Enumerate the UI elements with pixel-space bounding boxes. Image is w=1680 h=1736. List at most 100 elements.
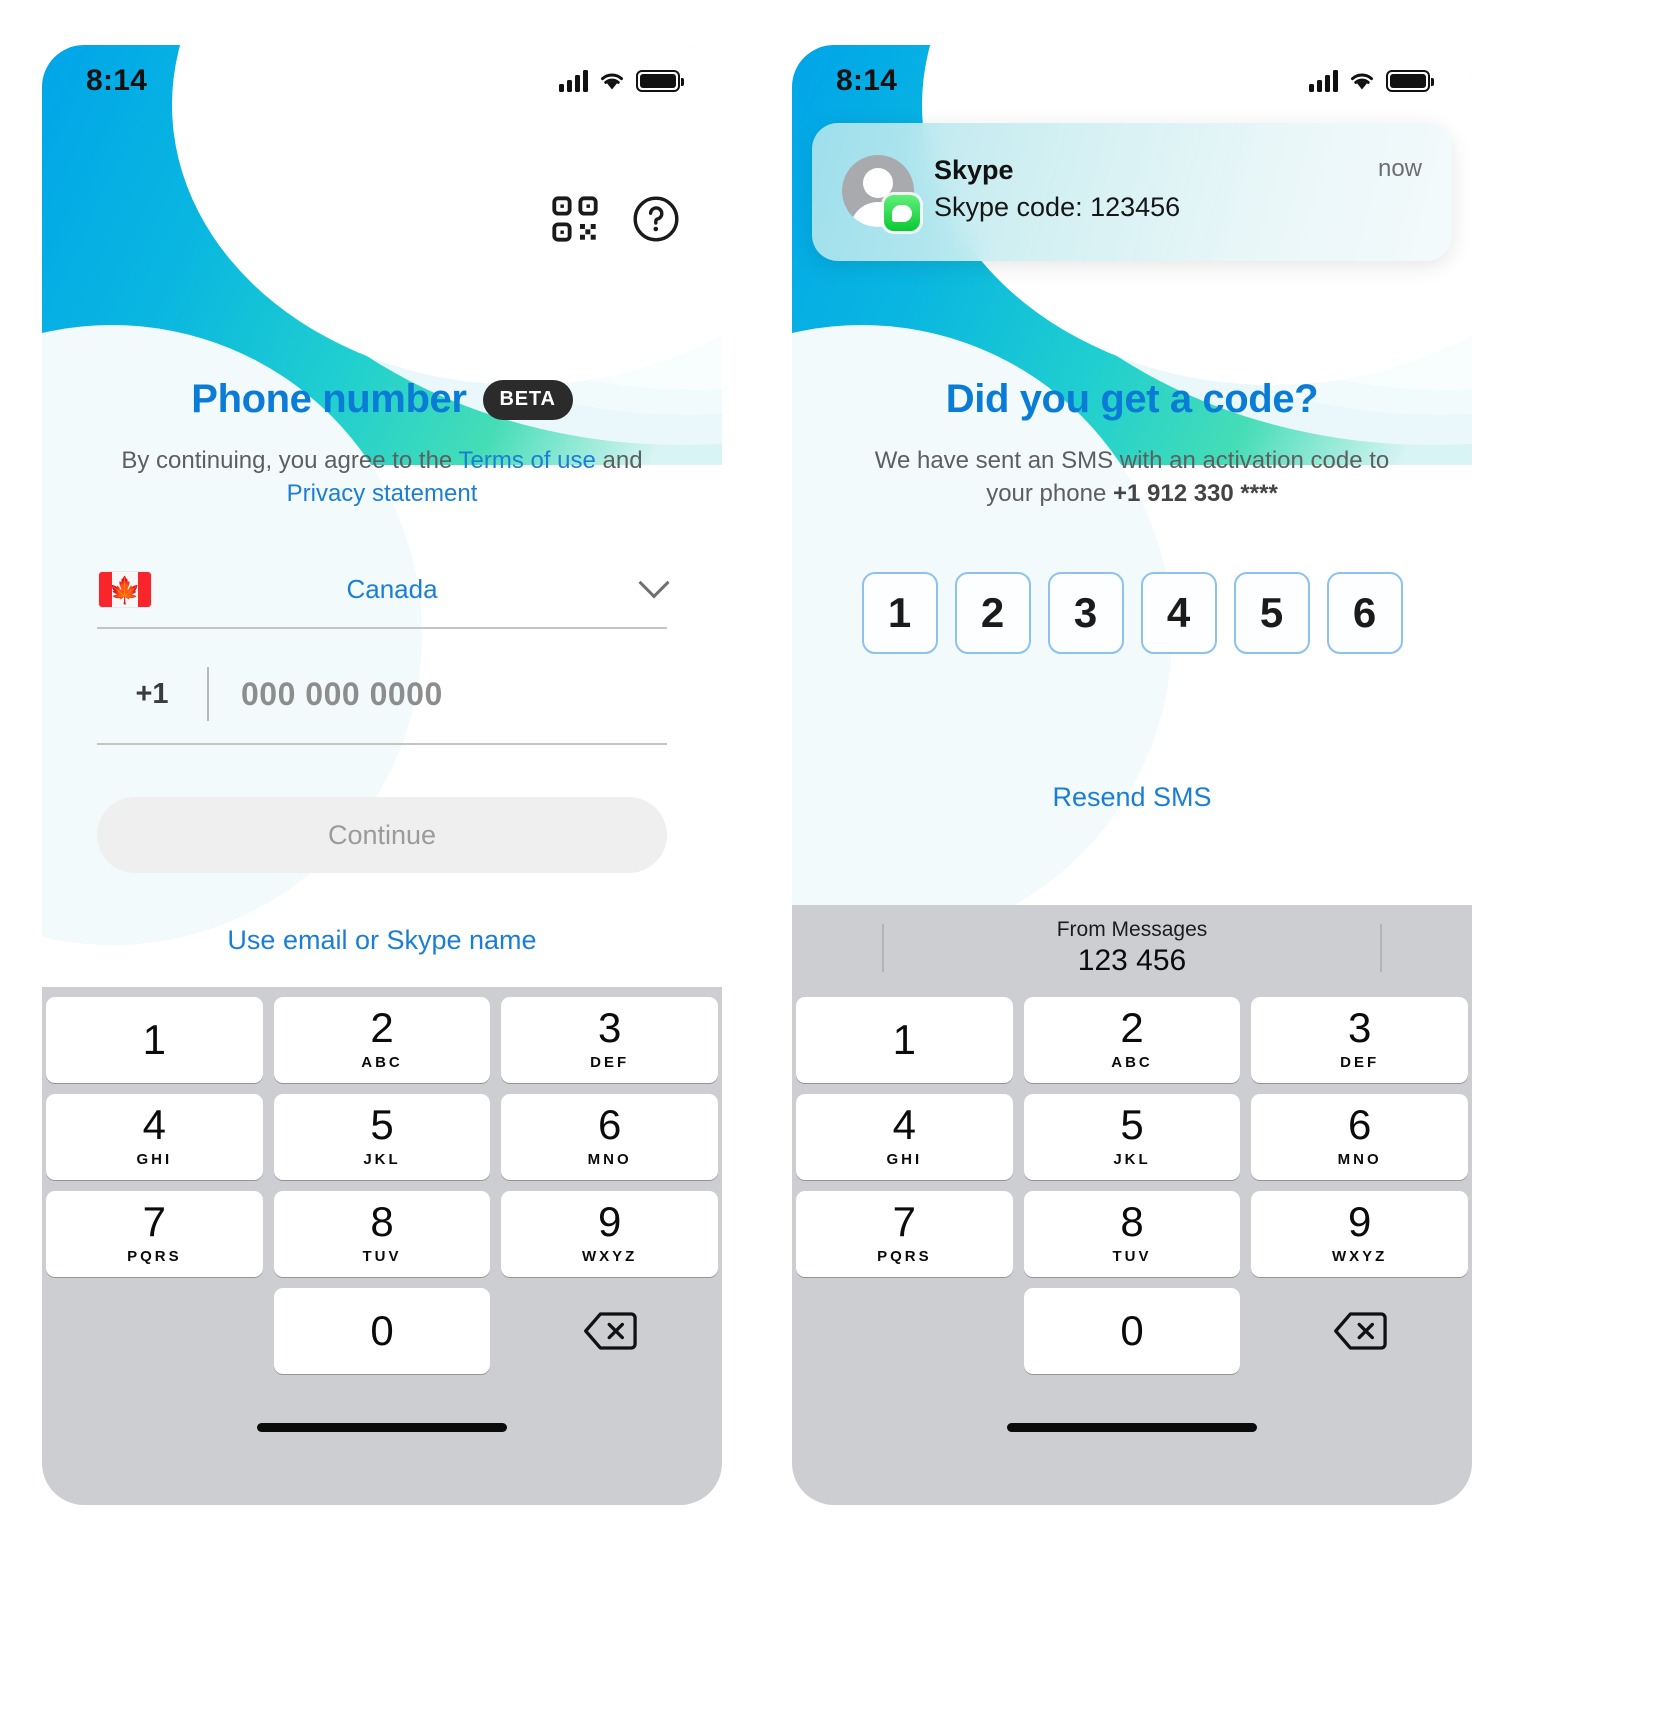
notification-banner[interactable]: Skype now Skype code: 123456 [812, 123, 1452, 261]
key-9-letters: WXYZ [1332, 1248, 1388, 1265]
key-5[interactable]: 5 JKL [1023, 1094, 1241, 1180]
autofill-code-value: 123 456 [1077, 944, 1187, 977]
phone-screen-phone-number: 8:14 Phone number BETA By continuing, yo… [42, 45, 722, 1505]
notification-body: Skype now Skype code: 123456 [934, 155, 1422, 223]
phone-number-input[interactable]: 000 000 0000 [209, 676, 667, 713]
wifi-icon [1351, 73, 1373, 90]
home-indicator-area [46, 1385, 718, 1505]
key-0[interactable]: 0 [1023, 1288, 1241, 1374]
key-2-letters: ABC [361, 1054, 403, 1071]
title-row: Phone number BETA [97, 377, 667, 422]
terms-of-use-link[interactable]: Terms of use [459, 447, 596, 474]
otp-digit-3[interactable]: 3 [1047, 572, 1124, 655]
key-4[interactable]: 4 GHI [796, 1094, 1013, 1180]
key-4-letters: GHI [886, 1151, 923, 1168]
key-backspace[interactable] [1251, 1288, 1468, 1374]
key-3-letters: DEF [1340, 1054, 1380, 1071]
resend-sms-link[interactable]: Resend SMS [847, 782, 1417, 813]
subtitle-line-2-prefix: your phone [986, 480, 1113, 508]
legal-middle: and [595, 447, 643, 474]
status-bar: 8:14 [792, 45, 1472, 117]
keyboard-row-2: 4 GHI 5 JKL 6 MNO [46, 1094, 719, 1180]
key-8-num: 8 [370, 1198, 394, 1245]
key-2[interactable]: 2 ABC [1023, 997, 1241, 1083]
battery-icon [636, 70, 684, 92]
header-actions [552, 195, 680, 243]
key-backspace[interactable] [501, 1288, 718, 1374]
autofill-suggestion-bar[interactable]: From Messages 123 456 [792, 905, 1472, 991]
autofill-suggestion[interactable]: From Messages 123 456 [884, 918, 1380, 978]
home-indicator[interactable] [1007, 1423, 1257, 1432]
key-6[interactable]: 6 MNO [501, 1094, 719, 1180]
key-0[interactable]: 0 [273, 1288, 491, 1374]
key-0-num: 0 [1120, 1307, 1144, 1354]
autofill-separator-right [1380, 924, 1382, 972]
use-email-or-skype-name-link[interactable]: Use email or Skype name [97, 925, 667, 956]
key-9-letters: WXYZ [582, 1248, 638, 1265]
legal-prefix: By continuing, you agree to the [121, 447, 459, 474]
page-title: Did you get a code? [945, 377, 1319, 421]
key-8-letters: TUV [362, 1248, 402, 1265]
otp-input-row: 1 2 3 4 5 6 [847, 572, 1417, 655]
key-8[interactable]: 8 TUV [273, 1191, 491, 1277]
help-icon[interactable] [632, 195, 680, 243]
otp-digit-5[interactable]: 5 [1233, 572, 1310, 655]
key-0-num: 0 [370, 1307, 394, 1354]
key-7[interactable]: 7 PQRS [46, 1191, 263, 1277]
battery-icon [1386, 70, 1434, 92]
page-title: Phone number [191, 377, 467, 421]
key-2[interactable]: 2 ABC [273, 997, 491, 1083]
phone-number-field-row[interactable]: +1 000 000 0000 [97, 667, 667, 746]
keyboard-row-1: 1 2 ABC 3 DEF [796, 997, 1469, 1083]
key-9[interactable]: 9 WXYZ [501, 1191, 719, 1277]
key-1-num: 1 [892, 1016, 917, 1063]
chevron-down-icon [638, 567, 670, 599]
key-9-num: 9 [1348, 1198, 1372, 1245]
key-6[interactable]: 6 MNO [1251, 1094, 1469, 1180]
key-7[interactable]: 7 PQRS [796, 1191, 1013, 1277]
main-content: Phone number BETA By continuing, you agr… [42, 377, 722, 956]
key-7-letters: PQRS [877, 1248, 932, 1265]
key-1[interactable]: 1 [46, 997, 263, 1083]
legal-text: By continuing, you agree to the Terms of… [97, 444, 667, 510]
privacy-statement-link[interactable]: Privacy statement [287, 480, 478, 507]
country-name: Canada [346, 574, 438, 605]
key-4-letters: GHI [136, 1151, 173, 1168]
key-4-num: 4 [142, 1101, 167, 1148]
masked-phone-number: +1 912 330 **** [1112, 480, 1278, 508]
key-4[interactable]: 4 GHI [46, 1094, 263, 1180]
continue-button[interactable]: Continue [97, 797, 667, 874]
person-avatar-icon [842, 155, 920, 231]
otp-digit-2[interactable]: 2 [954, 572, 1031, 655]
key-blank-left [796, 1288, 1013, 1374]
keyboard-row-3: 7 PQRS 8 TUV 9 WXYZ [46, 1191, 719, 1277]
notification-message: Skype code: 123456 [934, 192, 1181, 222]
key-3[interactable]: 3 DEF [1251, 997, 1469, 1083]
key-7-letters: PQRS [127, 1248, 182, 1265]
keyboard-row-2: 4 GHI 5 JKL 6 MNO [796, 1094, 1469, 1180]
otp-digit-1[interactable]: 1 [861, 572, 938, 655]
key-2-letters: ABC [1111, 1054, 1153, 1071]
key-3[interactable]: 3 DEF [501, 997, 719, 1083]
backspace-icon [583, 1312, 637, 1350]
key-2-num: 2 [1120, 1004, 1144, 1051]
otp-digit-4[interactable]: 4 [1140, 572, 1217, 655]
key-3-num: 3 [1348, 1004, 1372, 1051]
key-7-num: 7 [142, 1198, 167, 1245]
country-selector[interactable]: 🍁 Canada [97, 567, 670, 630]
key-7-num: 7 [892, 1198, 917, 1245]
country-code: +1 [135, 677, 169, 710]
key-8[interactable]: 8 TUV [1023, 1191, 1241, 1277]
key-6-letters: MNO [587, 1151, 632, 1168]
key-6-num: 6 [598, 1101, 622, 1148]
key-5[interactable]: 5 JKL [273, 1094, 491, 1180]
key-1[interactable]: 1 [796, 997, 1013, 1083]
keyboard-row-3: 7 PQRS 8 TUV 9 WXYZ [796, 1191, 1469, 1277]
otp-digit-6[interactable]: 6 [1326, 572, 1403, 655]
key-8-num: 8 [1120, 1198, 1144, 1245]
key-9[interactable]: 9 WXYZ [1251, 1191, 1469, 1277]
keyboard-row-4: 0 [46, 1288, 718, 1374]
qr-code-icon[interactable] [552, 196, 598, 242]
home-indicator[interactable] [257, 1423, 507, 1432]
keyboard-row-1: 1 2 ABC 3 DEF [46, 997, 719, 1083]
